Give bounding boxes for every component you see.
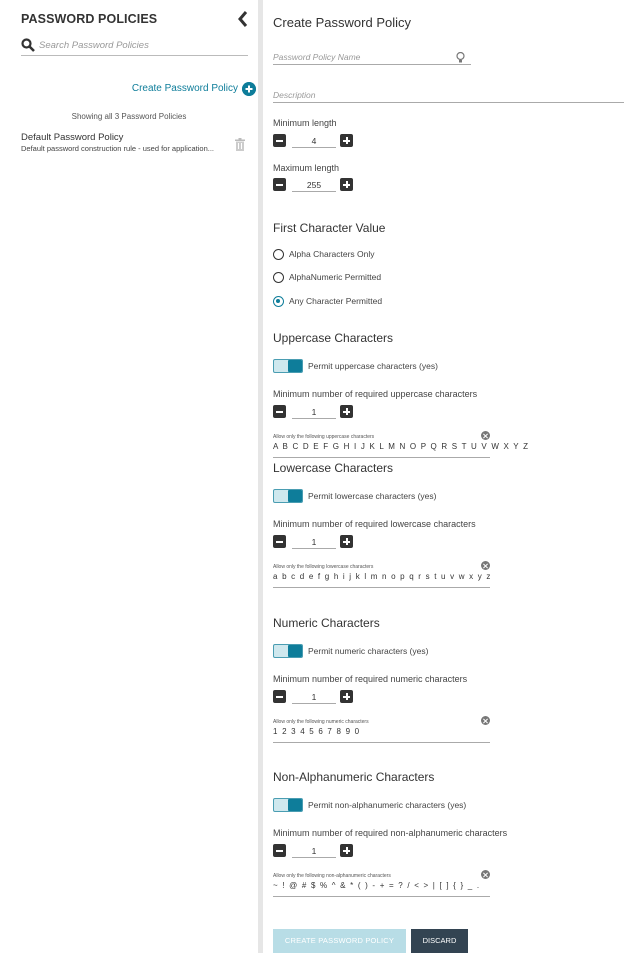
nonalpha-min-label: Minimum number of required non-alphanume… [273, 828, 508, 838]
plus-circle-icon [242, 82, 256, 96]
sidebar-title: PASSWORD POLICIES [21, 12, 158, 26]
nonalpha-min-value[interactable]: 1 [292, 844, 336, 858]
increment-button[interactable] [340, 690, 353, 703]
nonalpha-allowed-field[interactable]: Allow only the following non-alphanumeri… [273, 870, 490, 897]
clear-icon[interactable] [481, 870, 490, 879]
increment-button[interactable] [340, 844, 353, 857]
uppercase-heading: Uppercase Characters [273, 331, 394, 345]
allow-label: Allow only the following numeric charact… [273, 719, 369, 725]
decrement-button[interactable] [273, 844, 286, 857]
allow-label: Allow only the following uppercase chara… [273, 434, 375, 440]
max-length-stepper: 255 [273, 178, 359, 192]
increment-button[interactable] [340, 535, 353, 548]
decrement-button[interactable] [273, 690, 286, 703]
max-length-label: Maximum length [273, 163, 340, 173]
lowercase-allowed-field[interactable]: Allow only the following lowercase chara… [273, 561, 492, 588]
search-icon [21, 38, 35, 52]
uppercase-toggle-label: Permit uppercase characters (yes) [308, 361, 438, 371]
min-length-label: Minimum length [273, 118, 337, 128]
lowercase-min-value[interactable]: 1 [292, 535, 336, 549]
radio-circle-icon [273, 249, 284, 260]
min-length-value[interactable]: 4 [292, 134, 336, 148]
clear-icon[interactable] [481, 431, 490, 440]
collapse-chevron-icon[interactable] [236, 10, 250, 28]
nonalpha-toggle[interactable] [273, 798, 303, 812]
radio-circle-icon [273, 272, 284, 283]
search-input[interactable] [39, 36, 244, 54]
search-box [21, 36, 248, 56]
allow-value: 1 2 3 4 5 6 7 8 9 0 [273, 727, 361, 736]
numeric-toggle-label: Permit numeric characters (yes) [308, 646, 429, 656]
increment-button[interactable] [340, 405, 353, 418]
main-form: Create Password Policy Minimum length 4 … [263, 0, 624, 953]
allow-value: ~ ! @ # $ % ^ & * ( ) - + = ? / < > | [ … [273, 881, 481, 890]
policy-count: Showing all 3 Password Policies [71, 112, 187, 121]
create-policy-label: Create Password Policy [131, 83, 238, 94]
uppercase-toggle[interactable] [273, 359, 303, 373]
radio-label: Alpha Characters Only [289, 249, 375, 259]
increment-button[interactable] [340, 178, 353, 191]
nonalpha-toggle-label: Permit non-alphanumeric characters (yes) [308, 800, 467, 810]
create-policy-button[interactable]: CREATE PASSWORD POLICY [273, 929, 406, 953]
decrement-button[interactable] [273, 134, 286, 147]
max-length-value[interactable]: 255 [292, 178, 336, 192]
allow-label: Allow only the following non-alphanumeri… [273, 873, 391, 879]
lowercase-heading: Lowercase Characters [273, 461, 394, 475]
policy-name: Default Password Policy [21, 132, 124, 143]
uppercase-allowed-field[interactable]: Allow only the following uppercase chara… [273, 431, 528, 458]
list-item[interactable]: Default Password Policy Default password… [21, 132, 251, 158]
uppercase-min-label: Minimum number of required uppercase cha… [273, 389, 478, 399]
radio-label: Any Character Permitted [289, 296, 383, 306]
description-field [273, 88, 624, 103]
increment-button[interactable] [340, 134, 353, 147]
lightbulb-icon [456, 52, 465, 63]
nonalpha-heading: Non-Alphanumeric Characters [273, 770, 435, 784]
uppercase-min-value[interactable]: 1 [292, 405, 336, 419]
clear-icon[interactable] [481, 716, 490, 725]
clear-icon[interactable] [481, 561, 490, 570]
policy-name-input[interactable] [273, 50, 471, 64]
policy-description: Default password construction rule - use… [21, 144, 215, 153]
numeric-heading: Numeric Characters [273, 616, 380, 630]
decrement-button[interactable] [273, 178, 286, 191]
trash-icon[interactable] [235, 138, 245, 151]
sidebar: PASSWORD POLICIES Create Password Policy… [0, 0, 258, 953]
radio-selected-icon [273, 296, 284, 307]
page-title: Create Password Policy [273, 15, 411, 30]
first-char-heading: First Character Value [273, 221, 386, 235]
discard-button[interactable]: DISCARD [411, 929, 468, 953]
radio-label: AlphaNumeric Permitted [289, 272, 382, 282]
decrement-button[interactable] [273, 405, 286, 418]
allow-label: Allow only the following lowercase chara… [273, 564, 374, 570]
numeric-allowed-field[interactable]: Allow only the following numeric charact… [273, 716, 490, 743]
numeric-min-label: Minimum number of required numeric chara… [273, 674, 468, 684]
policy-name-field [273, 50, 471, 65]
lowercase-toggle[interactable] [273, 489, 303, 503]
numeric-min-value[interactable]: 1 [292, 690, 336, 704]
decrement-button[interactable] [273, 535, 286, 548]
min-length-stepper: 4 [273, 134, 359, 148]
description-input[interactable] [273, 88, 624, 102]
numeric-min-stepper: 1 [273, 690, 359, 704]
uppercase-min-stepper: 1 [273, 405, 359, 419]
lowercase-min-label: Minimum number of required lowercase cha… [273, 519, 476, 529]
lowercase-toggle-label: Permit lowercase characters (yes) [308, 491, 437, 501]
create-policy-link[interactable]: Create Password Policy [120, 81, 256, 97]
numeric-toggle[interactable] [273, 644, 303, 658]
allow-value: A B C D E F G H I J K L M N O P Q R S T … [273, 442, 530, 451]
nonalpha-min-stepper: 1 [273, 844, 359, 858]
allow-value: a b c d e f g h i j k l m n o p q r s t … [273, 572, 492, 581]
lowercase-min-stepper: 1 [273, 535, 359, 549]
